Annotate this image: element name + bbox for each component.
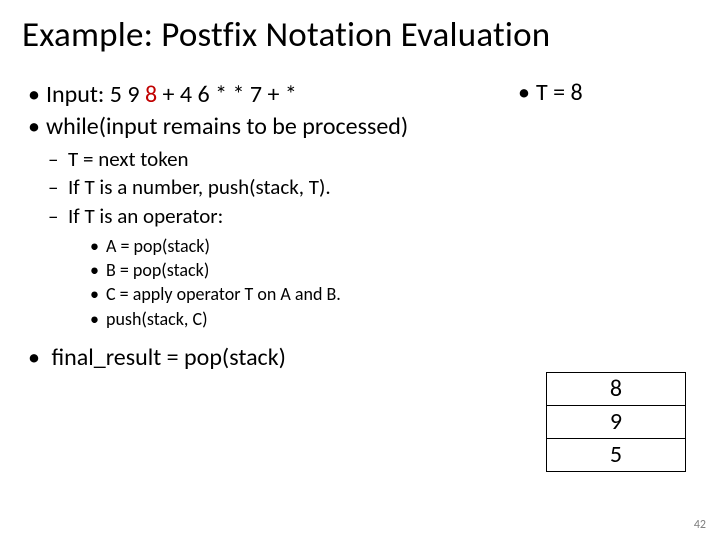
stack-cell-mid: 9 — [547, 406, 686, 439]
input-prefix: Input: 5 9 — [46, 80, 145, 109]
op-d: push(stack, C) — [106, 307, 698, 331]
t-column: T = 8 — [512, 78, 583, 110]
final-line: final_result = pop(stack) — [46, 343, 698, 373]
input-highlight: 8 — [145, 80, 157, 109]
input-line: Input: 5 9 8 + 4 6 * * 7 + * — [46, 80, 698, 110]
sub-next: T = next token — [68, 146, 698, 173]
final-text: final_result = pop(stack) — [51, 343, 285, 372]
page-number: 42 — [694, 518, 706, 532]
op-a: A = pop(stack) — [106, 234, 698, 258]
sub-operator: If T is an operator: — [68, 203, 698, 230]
op-list: A = pop(stack) B = pop(stack) C = apply … — [68, 234, 698, 331]
sub-number: If T is a number, push(stack, T). — [68, 174, 698, 201]
while-line: while(input remains to be processed) — [46, 112, 698, 142]
slide: Example: Postfix Notation Evaluation Inp… — [0, 0, 720, 540]
t-equals: T = 8 — [536, 78, 583, 108]
sub-list: T = next token If T is a number, push(st… — [46, 146, 698, 331]
op-c: C = apply operator T on A and B. — [106, 282, 698, 306]
op-b: B = pop(stack) — [106, 258, 698, 282]
stack-cell-top: 8 — [547, 373, 686, 406]
stack-cell-bot: 5 — [547, 439, 686, 472]
main-list: Input: 5 9 8 + 4 6 * * 7 + * while(input… — [22, 80, 698, 373]
stack-table: 8 9 5 — [546, 372, 686, 472]
input-suffix: + 4 6 * * 7 + * — [157, 80, 297, 109]
page-title: Example: Postfix Notation Evaluation — [22, 14, 698, 56]
